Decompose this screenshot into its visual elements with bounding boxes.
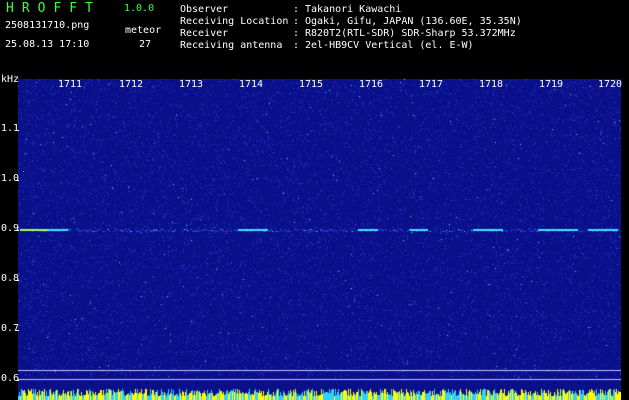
unit-label: kHz bbox=[1, 74, 20, 85]
y-tick-label: 0.8 bbox=[1, 273, 20, 284]
x-tick-label: 1720 bbox=[598, 79, 623, 90]
app-version: 1.0.0 bbox=[124, 3, 155, 14]
info-separator: : bbox=[293, 28, 300, 39]
info-value: 2el-HB9CV Vertical (el. E-W) bbox=[305, 40, 474, 51]
x-tick-label: 1712 bbox=[119, 79, 144, 90]
meteor-label: meteor bbox=[125, 25, 162, 36]
app-title: HROFFT bbox=[6, 1, 101, 16]
x-tick-label: 1719 bbox=[539, 79, 564, 90]
y-tick-label: 1.1 bbox=[1, 123, 20, 134]
y-tick-mark bbox=[16, 230, 19, 231]
y-tick-label: 0.6 bbox=[1, 373, 20, 384]
info-key: Observer bbox=[180, 4, 229, 15]
x-tick-label: 1718 bbox=[479, 79, 504, 90]
info-key: Receiving Location bbox=[180, 16, 289, 27]
y-tick-mark bbox=[16, 130, 19, 131]
x-tick-label: 1714 bbox=[239, 79, 264, 90]
x-tick-label: 1711 bbox=[58, 79, 83, 90]
x-tick-label: 1716 bbox=[359, 79, 384, 90]
info-key: Receiving antenna bbox=[180, 40, 283, 51]
info-value: R820T2(RTL-SDR) SDR-Sharp 53.372MHz bbox=[305, 28, 516, 39]
y-tick-mark bbox=[16, 380, 19, 381]
file-name: 2508131710.png bbox=[5, 20, 90, 31]
meteor-count: 27 bbox=[139, 39, 152, 50]
x-tick-label: 1713 bbox=[179, 79, 204, 90]
x-tick-label: 1715 bbox=[299, 79, 324, 90]
info-row-observer: Observer: Takanori Kawachi bbox=[180, 4, 401, 15]
info-separator: : bbox=[293, 16, 300, 27]
y-tick-mark bbox=[16, 280, 19, 281]
y-tick-mark bbox=[16, 180, 19, 181]
info-key: Receiver bbox=[180, 28, 229, 39]
info-row-location: Receiving Location: Ogaki, Gifu, JAPAN (1… bbox=[180, 16, 522, 27]
y-tick-label: 1.0 bbox=[1, 173, 20, 184]
x-tick-label: 1717 bbox=[419, 79, 444, 90]
info-row-receiver: Receiver: R820T2(RTL-SDR) SDR-Sharp 53.37… bbox=[180, 28, 516, 39]
y-tick-label: 0.7 bbox=[1, 323, 20, 334]
y-tick-label: 0.9 bbox=[1, 223, 20, 234]
info-separator: : bbox=[293, 4, 300, 15]
datetime: 25.08.13 17:10 bbox=[5, 39, 90, 50]
info-separator: : bbox=[293, 40, 300, 51]
spectrogram-canvas bbox=[18, 79, 621, 400]
info-value: Takanori Kawachi bbox=[305, 4, 402, 15]
info-value: Ogaki, Gifu, JAPAN (136.60E, 35.35N) bbox=[305, 16, 522, 27]
header: HROFFT 1.0.0 2508131710.png meteor 25.08… bbox=[0, 0, 629, 72]
y-tick-mark bbox=[16, 330, 19, 331]
info-row-antenna: Receiving antenna:2el-HB9CV Vertical (el… bbox=[180, 40, 474, 51]
